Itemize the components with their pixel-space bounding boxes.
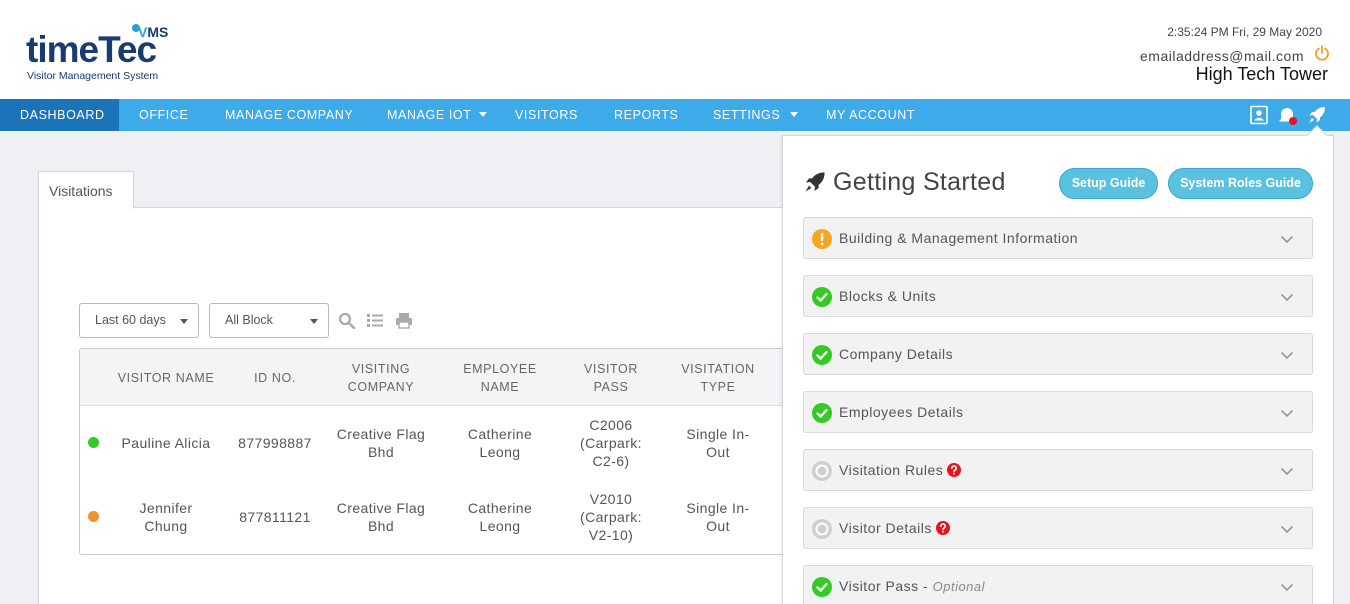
getting-started-title: Getting Started: [833, 168, 1006, 196]
section-label: Visitation Rules: [839, 450, 962, 491]
chevron-down-icon[interactable]: [1280, 348, 1294, 362]
section-title: Employees Details: [839, 404, 964, 420]
cell-visiting-company: Creative Flag Bhd: [336, 426, 426, 460]
section-title: Visitor Details: [839, 520, 932, 536]
pending-circle-icon: [812, 519, 832, 539]
logo-vms: MS: [147, 24, 169, 40]
cell-visitation-type: Single In-Out: [686, 500, 750, 534]
col-visitor-name[interactable]: VISITOR NAME: [108, 349, 224, 406]
chevron-down-icon: [180, 319, 188, 324]
accordion-section[interactable]: Employees Details: [803, 391, 1313, 433]
chevron-down-icon[interactable]: [1280, 580, 1294, 594]
col-employee-name[interactable]: EMPLOYEE NAME: [450, 349, 550, 406]
block-value: All Block: [225, 313, 273, 327]
timetec-vms-logo[interactable]: timeTec VMS Visitor Management System: [26, 24, 186, 86]
chevron-down-icon: [310, 319, 318, 324]
settings-caret-icon[interactable]: [790, 112, 798, 117]
chevron-down-icon[interactable]: [1280, 464, 1294, 478]
date-range-select[interactable]: Last 60 days: [79, 303, 199, 338]
cell-visitation-type: Single In-Out: [686, 426, 750, 460]
bell-icon[interactable]: [1277, 105, 1297, 125]
table-header: VISITOR NAME ID NO. VISITING COMPANY EMP…: [80, 349, 790, 406]
header-datetime: 2:35:24 PM Fri, 29 May 2020: [1167, 25, 1322, 39]
system-roles-guide-button[interactable]: System Roles Guide: [1168, 168, 1313, 199]
cell-visitor-pass: V2010 (Carpark: V2-10): [580, 491, 642, 543]
cell-id-no: 877811121: [239, 509, 311, 525]
block-select[interactable]: All Block: [209, 303, 329, 338]
accordion-section[interactable]: Building & Management Information: [803, 217, 1313, 259]
print-icon[interactable]: [395, 312, 413, 329]
list-icon[interactable]: [366, 312, 384, 329]
cell-id-no: 877998887: [238, 435, 312, 451]
nav-item-visitors[interactable]: VISITORS: [515, 99, 578, 131]
header-building-name[interactable]: High Tech Tower: [1196, 64, 1328, 85]
section-title: Blocks & Units: [839, 288, 937, 304]
accordion-section[interactable]: Visitor Details: [803, 507, 1313, 549]
accordion-section[interactable]: Blocks & Units: [803, 275, 1313, 317]
accordion-section[interactable]: Visitation Rules: [803, 449, 1313, 491]
cell-visitor-pass: C2006 (Carpark: C2-6): [580, 417, 642, 469]
section-title: Visitor Pass -: [839, 578, 933, 594]
section-title: Visitation Rules: [839, 462, 944, 478]
status-dot: [88, 511, 99, 522]
chevron-down-icon[interactable]: [1280, 406, 1294, 420]
logo-vms-v: V: [138, 24, 148, 40]
check-circle-icon: [812, 287, 832, 307]
cell-employee-name: Catherine Leong: [467, 426, 533, 460]
app-header: timeTec VMS Visitor Management System 2:…: [0, 0, 1350, 99]
help-icon[interactable]: [935, 521, 950, 535]
nav-item-office[interactable]: OFFICE: [139, 99, 188, 131]
section-label: Employees Details: [839, 392, 963, 433]
section-label: Company Details: [839, 334, 953, 375]
main-nav: DASHBOARD OFFICE MANAGE COMPANY MANAGE I…: [0, 99, 1350, 131]
tab-visitations[interactable]: Visitations: [38, 171, 134, 209]
chevron-down-icon[interactable]: [1280, 232, 1294, 246]
cell-visiting-company: Creative Flag Bhd: [336, 500, 426, 534]
nav-item-dashboard[interactable]: DASHBOARD: [0, 99, 119, 131]
header-user-email: emailaddress@mail.com: [1140, 48, 1304, 64]
nav-item-reports[interactable]: REPORTS: [614, 99, 678, 131]
logo-brand-time: time: [26, 29, 99, 70]
nav-item-manage-company[interactable]: MANAGE COMPANY: [225, 99, 353, 131]
cell-employee-name: Catherine Leong: [467, 500, 533, 534]
chevron-down-icon[interactable]: [1280, 290, 1294, 304]
accordion-section[interactable]: Company Details: [803, 333, 1313, 375]
manage-iot-caret-icon[interactable]: [479, 112, 487, 117]
col-id-no[interactable]: ID NO.: [230, 349, 320, 406]
warning-icon: [812, 229, 832, 249]
rocket-icon[interactable]: [1307, 105, 1327, 125]
cell-visitor-name: Pauline Alicia: [121, 435, 211, 451]
section-title: Company Details: [839, 346, 954, 362]
date-range-value: Last 60 days: [95, 313, 166, 327]
nav-item-my-account[interactable]: MY ACCOUNT: [826, 99, 915, 131]
logo-tagline: Visitor Management System: [27, 70, 159, 82]
section-title: Building & Management Information: [839, 230, 1079, 246]
visitations-table: VISITOR NAME ID NO. VISITING COMPANY EMP…: [79, 348, 791, 555]
accordion-section[interactable]: Visitor Pass - Optional: [803, 565, 1313, 604]
section-label: Visitor Details: [839, 508, 950, 549]
setup-guide-button[interactable]: Setup Guide: [1059, 168, 1158, 199]
chevron-down-icon[interactable]: [1280, 522, 1294, 536]
check-circle-icon: [812, 577, 832, 597]
section-label: Blocks & Units: [839, 276, 936, 317]
section-label: Visitor Pass - Optional: [839, 566, 985, 604]
search-icon[interactable]: [338, 312, 356, 329]
power-icon[interactable]: [1314, 45, 1330, 61]
status-dot: [88, 437, 99, 448]
optional-tag: Optional: [932, 579, 986, 594]
nav-item-settings[interactable]: SETTINGS: [713, 99, 780, 131]
check-circle-icon: [812, 403, 832, 423]
help-icon[interactable]: [947, 463, 962, 477]
col-visitation-type[interactable]: VISITATION TYPE: [670, 349, 766, 406]
col-visiting-company[interactable]: VISITING COMPANY: [326, 349, 436, 406]
pending-circle-icon: [812, 461, 832, 481]
section-label: Building & Management Information: [839, 218, 1078, 259]
rocket-icon: [805, 172, 825, 192]
contact-card-icon[interactable]: [1249, 105, 1269, 125]
nav-item-manage-iot[interactable]: MANAGE IOT: [387, 99, 471, 131]
check-circle-icon: [812, 345, 832, 365]
col-visitor-pass[interactable]: VISITOR PASS: [567, 349, 655, 406]
cell-visitor-name: Jennifer Chung: [139, 500, 193, 534]
